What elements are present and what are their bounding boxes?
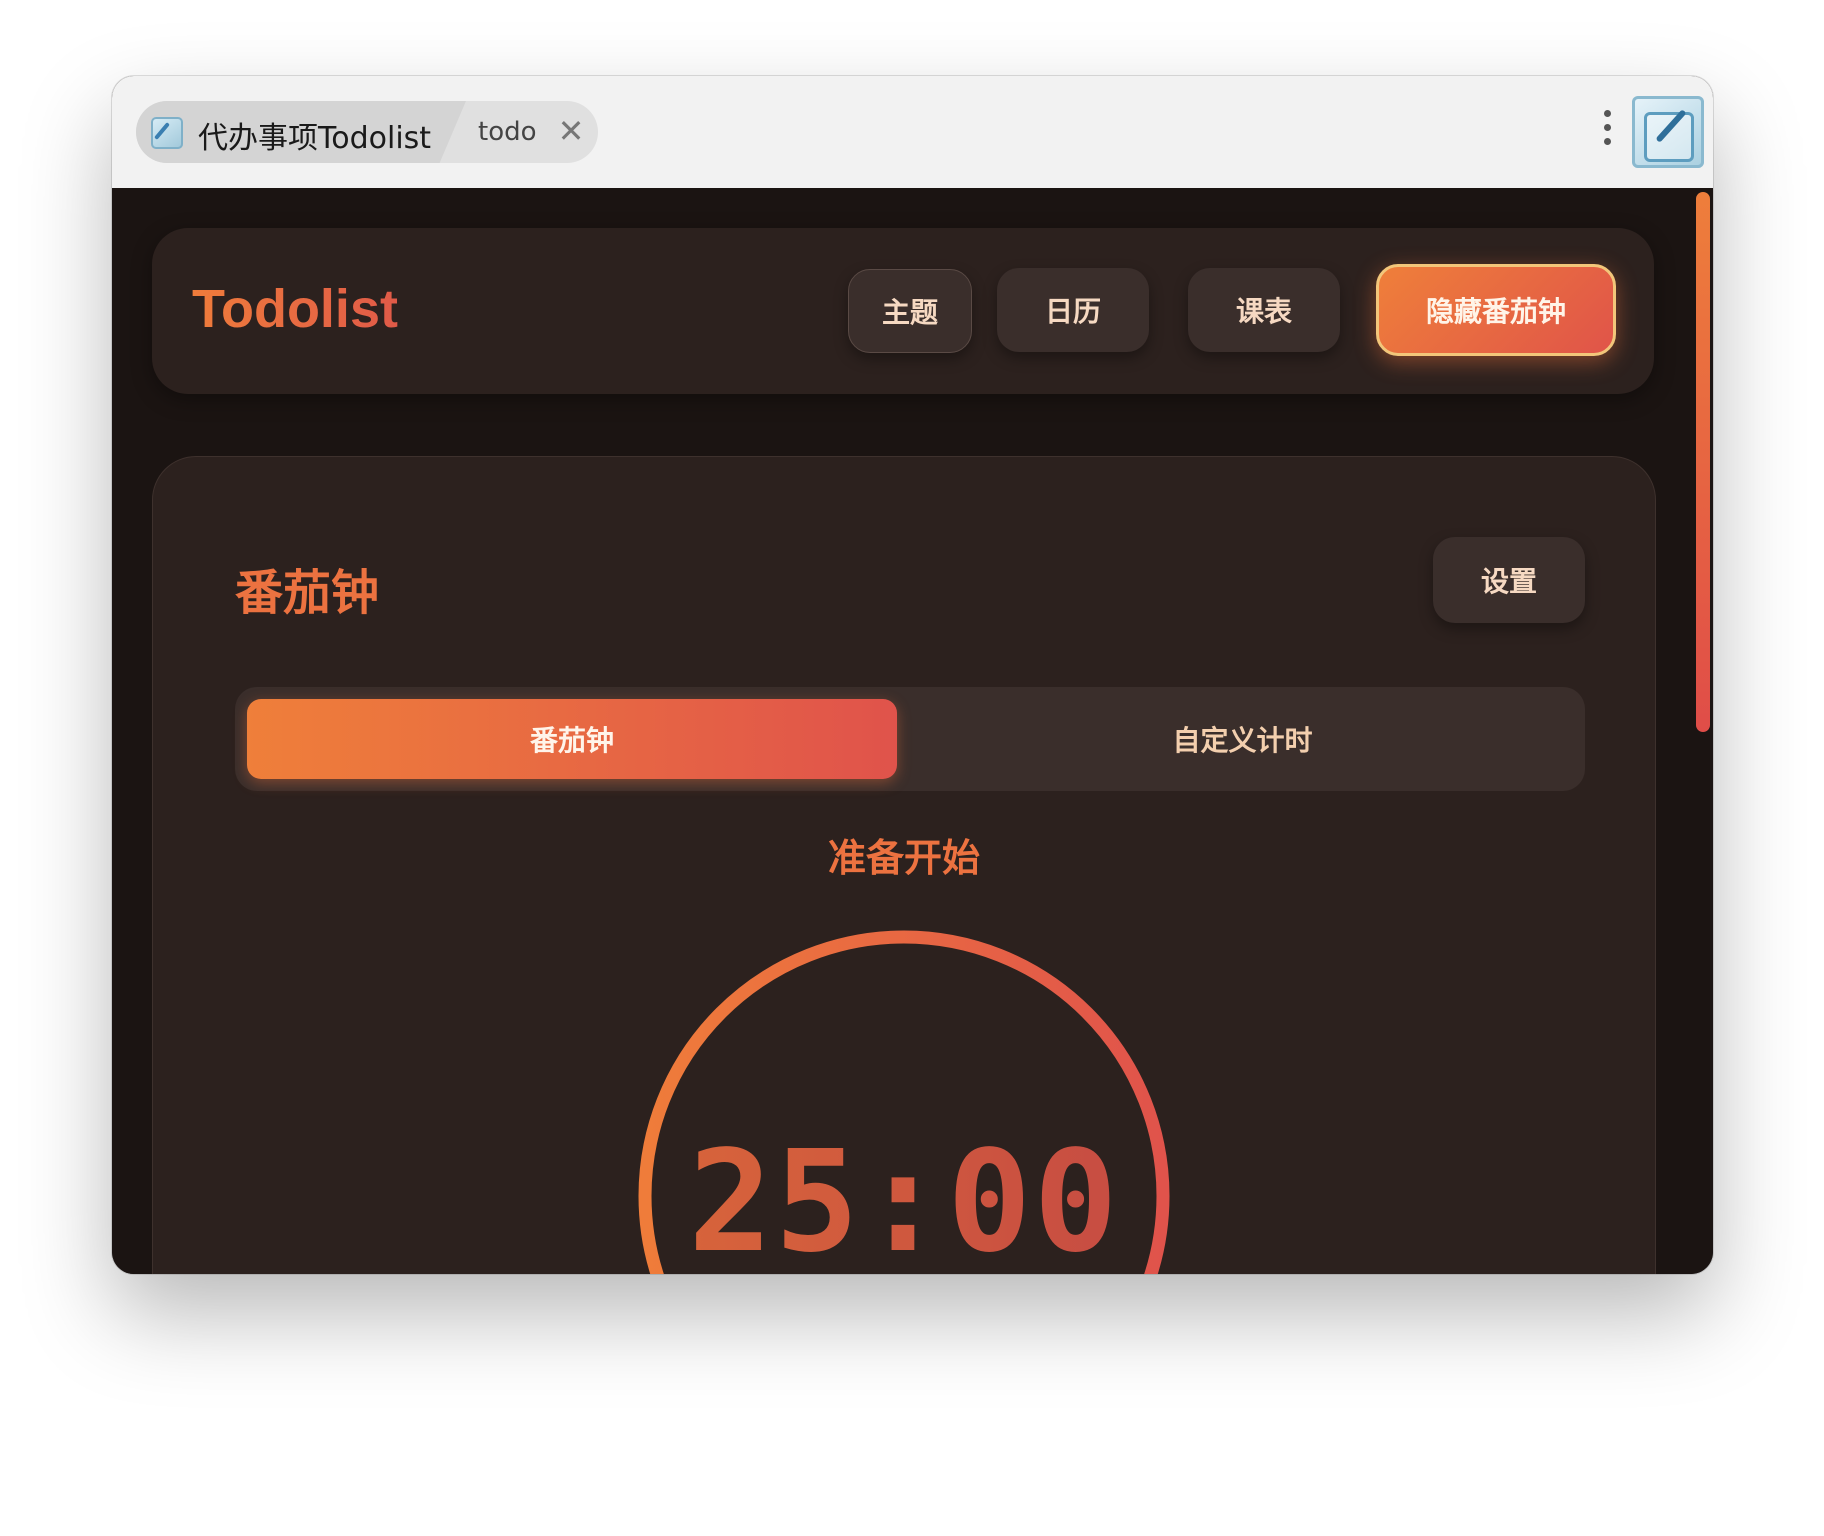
kebab-menu-icon[interactable] — [1602, 110, 1612, 154]
tab-group: 代办事项Todolist todo ✕ — [136, 101, 598, 163]
settings-button[interactable]: 设置 — [1433, 537, 1585, 623]
timer-display: 25:00 — [637, 1121, 1171, 1274]
timer-status: 准备开始 — [827, 836, 980, 880]
brand-title: Todolist — [192, 279, 398, 339]
main-content: Todolist 主题 日历 课表 隐藏番茄钟 番茄钟 设置 番茄钟 自定义计时… — [112, 188, 1713, 1274]
tab-title: 代办事项Todolist — [198, 121, 432, 156]
hide-pomodoro-button[interactable]: 隐藏番茄钟 — [1376, 264, 1616, 356]
title-bar: 代办事项Todolist todo ✕ — [112, 76, 1713, 188]
pomodoro-card: 番茄钟 设置 番茄钟 自定义计时 准备开始 25:00 — [152, 456, 1656, 1274]
mode-switch: 番茄钟 自定义计时 — [235, 687, 1585, 791]
app-window: 代办事项Todolist todo ✕ Todolist 主题 日历 课表 隐藏… — [112, 76, 1713, 1274]
app-compose-icon[interactable] — [1632, 96, 1704, 168]
timer-ring: 25:00 — [637, 929, 1171, 1274]
top-header: Todolist 主题 日历 课表 隐藏番茄钟 — [152, 228, 1654, 394]
calendar-button[interactable]: 日历 — [997, 268, 1149, 352]
pomodoro-title: 番茄钟 — [235, 565, 380, 621]
compose-icon — [151, 117, 183, 149]
close-icon[interactable]: ✕ — [556, 115, 586, 147]
tab-pomodoro[interactable]: 番茄钟 — [247, 699, 897, 779]
theme-button[interactable]: 主题 — [848, 269, 972, 353]
tab-todolist[interactable]: 代办事项Todolist — [136, 101, 466, 163]
scrollbar-thumb[interactable] — [1696, 192, 1710, 732]
tab-todo[interactable]: todo — [478, 117, 537, 147]
tab-custom-timer[interactable]: 自定义计时 — [910, 699, 1575, 779]
schedule-button[interactable]: 课表 — [1188, 268, 1340, 352]
